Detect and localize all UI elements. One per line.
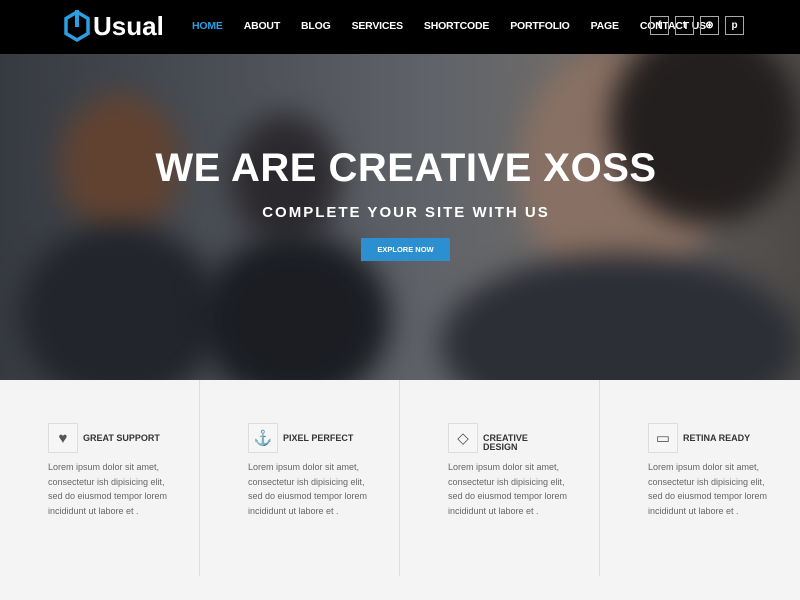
nav-shortcode[interactable]: SHORTCODE <box>424 20 489 32</box>
heart-icon: ♥ <box>48 423 78 453</box>
nav-page[interactable]: PAGE <box>591 20 619 32</box>
facebook-icon[interactable]: f <box>650 16 669 35</box>
feature-text: Lorem ipsum dolor sit amet, consectetur … <box>448 462 568 516</box>
feature-title: GREAT SUPPORT <box>83 433 160 443</box>
hero-subtitle: COMPLETE YOUR SITE WITH US <box>262 204 550 221</box>
nav-blog[interactable]: BLOG <box>301 20 331 32</box>
nav-services[interactable]: SERVICES <box>352 20 404 32</box>
feature-text: Lorem ipsum dolor sit amet, consectetur … <box>648 462 768 516</box>
feature-text: Lorem ipsum dolor sit amet, consectetur … <box>248 462 368 516</box>
logo-hexagon-icon <box>64 10 90 42</box>
logo[interactable]: Usual <box>64 10 164 42</box>
twitter-icon[interactable]: t <box>675 16 694 35</box>
feature-card: ◇ CREATIVE DESIGN Lorem ipsum dolor sit … <box>400 380 600 576</box>
main-nav: HOME ABOUT BLOG SERVICES SHORTCODE PORTF… <box>192 20 727 32</box>
pinterest-icon[interactable]: p <box>725 16 744 35</box>
explore-now-button[interactable]: EXPLORE NOW <box>361 238 450 261</box>
nav-home[interactable]: HOME <box>192 20 223 32</box>
hero-title: WE ARE CREATIVE XOSS <box>155 146 657 190</box>
navbar: Usual HOME ABOUT BLOG SERVICES SHORTCODE… <box>0 0 800 54</box>
hero-banner: WE ARE CREATIVE XOSS COMPLETE YOUR SITE … <box>0 54 800 380</box>
feature-text: Lorem ipsum dolor sit amet, consectetur … <box>48 462 168 516</box>
monitor-icon: ▭ <box>648 423 678 453</box>
logo-text: Usual <box>93 10 164 41</box>
features-section: ♥ GREAT SUPPORT Lorem ipsum dolor sit am… <box>0 380 800 576</box>
anchor-icon: ⚓ <box>248 423 278 453</box>
nav-portfolio[interactable]: PORTFOLIO <box>510 20 570 32</box>
nav-about[interactable]: ABOUT <box>244 20 281 32</box>
feature-card: ▭ RETINA READY Lorem ipsum dolor sit ame… <box>600 380 800 576</box>
dribbble-icon[interactable]: ⊛ <box>700 16 719 35</box>
feature-title: CREATIVE DESIGN <box>483 433 528 452</box>
feature-card: ⚓ PIXEL PERFECT Lorem ipsum dolor sit am… <box>200 380 400 576</box>
feature-card: ♥ GREAT SUPPORT Lorem ipsum dolor sit am… <box>0 380 200 576</box>
feature-title: RETINA READY <box>683 433 751 443</box>
social-links: f t ⊛ p <box>650 16 750 35</box>
diamond-icon: ◇ <box>448 423 478 453</box>
feature-title: PIXEL PERFECT <box>283 433 354 443</box>
